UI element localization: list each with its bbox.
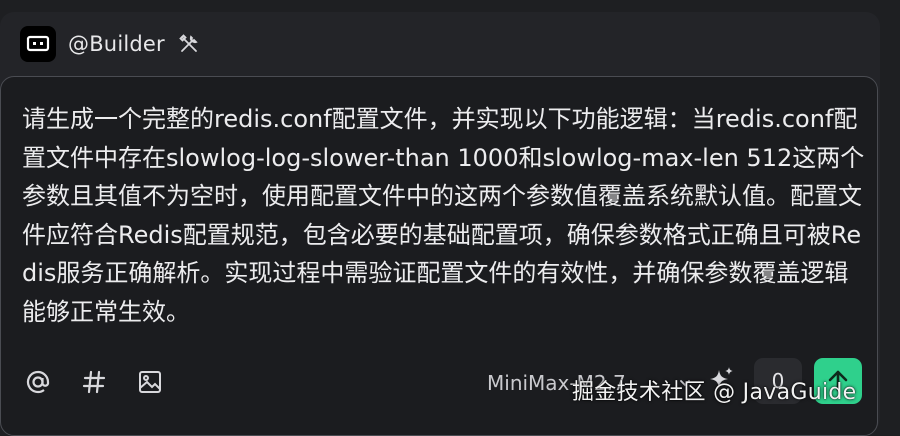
chat-bubble-icon xyxy=(20,26,56,62)
prompt-text[interactable]: 请生成一个完整的redis.conf配置文件，并实现以下功能逻辑：当redis.… xyxy=(22,100,872,331)
image-icon[interactable] xyxy=(134,366,166,398)
tools-icon[interactable] xyxy=(177,32,201,56)
hashtag-icon[interactable] xyxy=(78,366,110,398)
prompt-line: 请生成一个完整的redis.conf配置文件，并实现以下功能逻辑：当 xyxy=(22,105,716,133)
watermark: 掘金技术社区 @ JavaGuide xyxy=(572,380,857,405)
at-icon[interactable] xyxy=(22,366,54,398)
agent-name[interactable]: @Builder xyxy=(68,32,165,56)
agent-header: @Builder xyxy=(20,26,201,62)
